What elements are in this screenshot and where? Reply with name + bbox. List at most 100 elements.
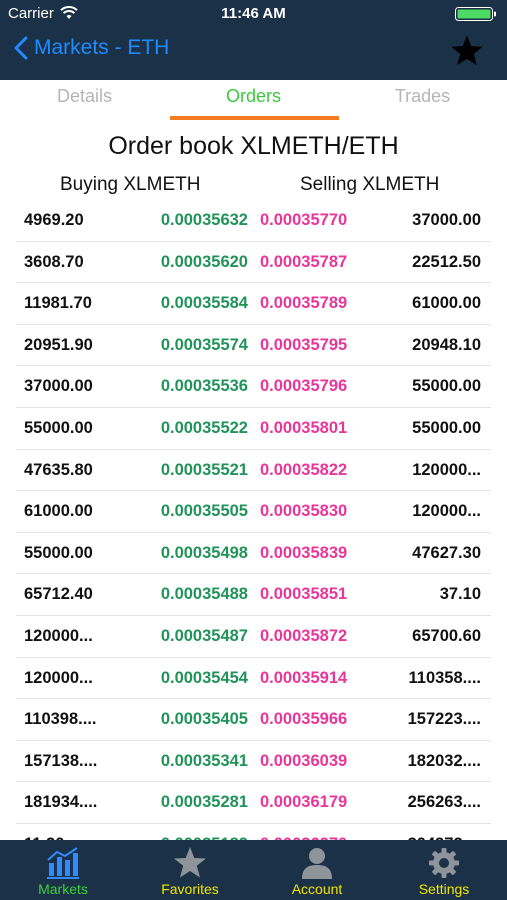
favorite-button[interactable] [449, 34, 485, 73]
sell-quantity: 120000... [412, 460, 481, 479]
buy-quantity: 120000... [24, 668, 93, 687]
table-row[interactable]: 120000... 0.00035454 0.00035914 110358.... [0, 658, 507, 700]
sell-quantity: 256263.... [407, 793, 481, 812]
buy-quantity: 11981.70 [24, 294, 92, 313]
buy-quantity: 4969.20 [24, 211, 84, 229]
buy-price: 0.00035505 [160, 502, 248, 521]
sell-quantity: 37.10 [439, 585, 481, 604]
table-row[interactable]: 20951.90 0.00035574 0.00035795 20948.10 [0, 325, 507, 367]
tabbar-settings-label: Settings [418, 881, 470, 897]
person-icon [302, 848, 332, 879]
table-row[interactable]: 47635.80 0.00035521 0.00035822 120000... [0, 450, 507, 492]
sell-price: 0.00035839 [260, 543, 348, 562]
buy-quantity: 157138.... [24, 751, 98, 770]
star-icon [174, 847, 206, 878]
sell-price: 0.00035822 [260, 460, 348, 479]
tabbar-settings[interactable]: Settings [381, 840, 507, 900]
sell-price: 0.00035872 [260, 626, 348, 645]
sell-quantity: 22512.50 [412, 252, 481, 271]
segmented-tabs: Details Orders Trades [0, 80, 507, 120]
buy-price: 0.00035487 [160, 626, 248, 645]
tabbar-favorites-label: Favorites [161, 881, 219, 897]
buy-quantity: 65712.40 [24, 585, 93, 604]
header: Carrier 11:46 AM Markets - ETH [0, 0, 507, 80]
sell-quantity: 55000.00 [412, 418, 481, 437]
sell-price: 0.00036039 [260, 751, 348, 770]
bar-chart-icon [47, 847, 79, 879]
buy-price: 0.00035522 [160, 418, 248, 437]
buy-quantity: 61000.00 [24, 502, 93, 521]
buy-quantity: 3608.70 [24, 252, 84, 271]
sell-price: 0.00036179 [260, 793, 348, 812]
tab-trades[interactable]: Trades [338, 86, 507, 107]
table-row[interactable]: 4969.20 0.00035632 0.00035770 37000.00 [0, 200, 507, 242]
sell-price: 0.00035801 [260, 418, 348, 437]
tab-orders[interactable]: Orders [169, 86, 338, 107]
tabbar-favorites[interactable]: Favorites [127, 840, 253, 900]
tabbar-markets-label: Markets [38, 881, 88, 897]
gear-icon [429, 848, 459, 878]
chevron-left-icon [14, 36, 28, 60]
tabbar-markets[interactable]: Markets [0, 840, 126, 900]
sell-quantity: 65700.60 [412, 626, 481, 645]
sell-quantity: 37000.00 [412, 211, 481, 229]
active-tab-indicator [170, 116, 339, 120]
sell-quantity: 55000.00 [412, 377, 481, 396]
table-row[interactable]: 3608.70 0.00035620 0.00035787 22512.50 [0, 242, 507, 284]
tab-bar: Markets Favorites Account Settings [0, 840, 507, 900]
sell-price: 0.00035789 [260, 294, 348, 313]
back-label: Markets - ETH [34, 36, 170, 59]
buy-price: 0.00035341 [160, 751, 248, 770]
tabbar-account-label: Account [291, 881, 343, 897]
buy-price: 0.00035281 [160, 793, 248, 812]
sell-quantity: 120000... [412, 502, 481, 521]
table-row[interactable]: 61000.00 0.00035505 0.00035830 120000... [0, 491, 507, 533]
table-row[interactable]: 55000.00 0.00035498 0.00035839 47627.30 [0, 533, 507, 575]
buy-quantity: 55000.00 [24, 543, 93, 562]
status-time: 11:46 AM [221, 5, 286, 22]
sell-quantity: 61000.00 [412, 294, 481, 313]
table-row[interactable]: 65712.40 0.00035488 0.00035851 37.10 [0, 574, 507, 616]
table-row[interactable]: 11981.70 0.00035584 0.00035789 61000.00 [0, 283, 507, 325]
buy-price: 0.00035584 [160, 294, 248, 313]
table-row[interactable]: 120000... 0.00035487 0.00035872 65700.60 [0, 616, 507, 658]
buy-price: 0.00035536 [160, 377, 248, 396]
buy-quantity: 20951.90 [24, 335, 93, 354]
sell-column-header: Selling XLMETH [300, 174, 440, 195]
buy-price: 0.00035632 [160, 211, 248, 229]
sell-price: 0.00035787 [260, 252, 348, 271]
battery-icon [455, 7, 496, 21]
status-bar: Carrier 11:46 AM [0, 0, 507, 28]
buy-price: 0.00035521 [160, 460, 248, 479]
sell-price: 0.00035795 [260, 335, 348, 354]
back-button[interactable]: Markets - ETH [14, 36, 169, 60]
buy-price: 0.00035620 [160, 252, 248, 271]
sell-price: 0.00035851 [260, 585, 348, 604]
buy-price: 0.00035488 [160, 585, 248, 604]
sell-price: 0.00035914 [260, 668, 348, 687]
table-row[interactable]: 157138.... 0.00035341 0.00036039 182032.... [0, 741, 507, 783]
buy-price: 0.00035574 [160, 335, 248, 354]
sell-quantity: 157223.... [407, 710, 481, 729]
sell-price: 0.00035770 [260, 211, 348, 229]
buy-price: 0.00035498 [160, 543, 248, 562]
table-row[interactable]: 181934.... 0.00035281 0.00036179 256263.... [0, 782, 507, 824]
sell-price: 0.00035796 [260, 377, 348, 396]
tab-details[interactable]: Details [0, 86, 169, 107]
buy-price: 0.00035405 [160, 710, 248, 729]
table-row[interactable]: 110398.... 0.00035405 0.00035966 157223.... [0, 699, 507, 741]
buy-quantity: 47635.80 [24, 460, 93, 479]
table-row[interactable]: 55000.00 0.00035522 0.00035801 55000.00 [0, 408, 507, 450]
star-icon [451, 35, 483, 66]
buy-quantity: 110398.... [24, 710, 97, 729]
order-book-table[interactable]: 4969.20 0.00035632 0.00035770 37000.00 3608.… [0, 200, 507, 866]
sell-quantity: 47627.30 [412, 543, 481, 562]
table-row[interactable]: 37000.00 0.00035536 0.00035796 55000.00 [0, 366, 507, 408]
sell-price: 0.00035830 [260, 502, 348, 521]
page-title: Order book XLMETH/ETH [108, 132, 399, 160]
tabbar-account[interactable]: Account [254, 840, 380, 900]
sell-quantity: 20948.10 [412, 335, 481, 354]
sell-price: 0.00035966 [260, 710, 348, 729]
sell-quantity: 110358.... [408, 668, 482, 687]
buy-quantity: 37000.00 [24, 377, 93, 396]
